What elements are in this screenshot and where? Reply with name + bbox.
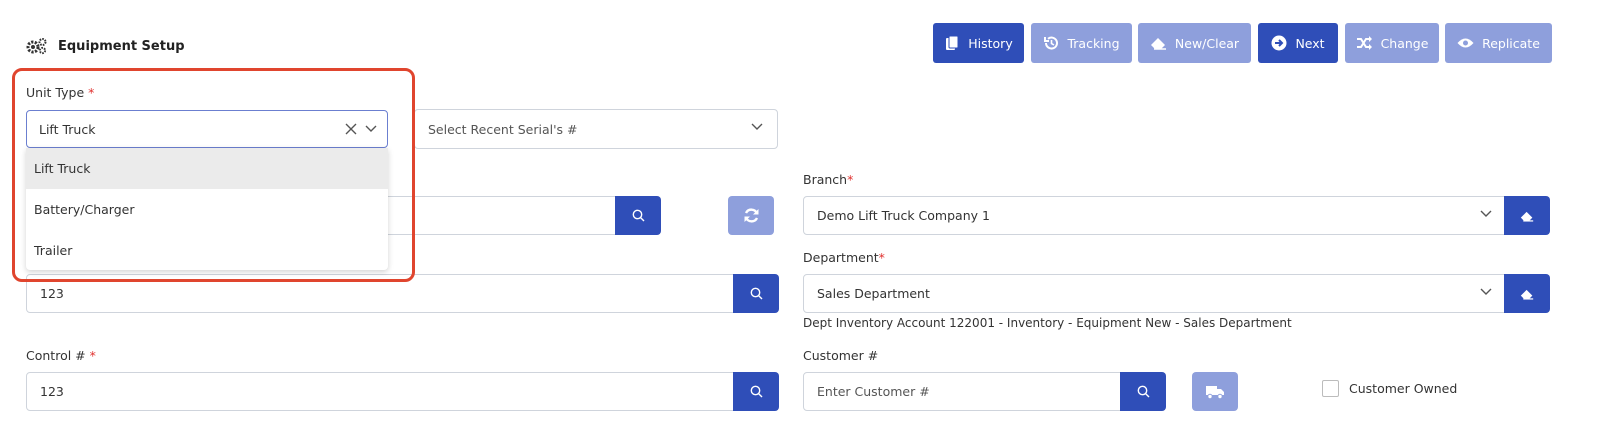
new-clear-button[interactable]: New/Clear	[1138, 23, 1251, 63]
serial-search-button[interactable]	[615, 196, 661, 235]
unit-type-value: Lift Truck	[39, 121, 96, 137]
replicate-button[interactable]: Replicate	[1445, 23, 1552, 63]
truck-icon	[1206, 386, 1224, 399]
change-button[interactable]: Change	[1345, 23, 1439, 63]
tracking-button[interactable]: Tracking	[1031, 23, 1132, 63]
recent-serial-select[interactable]: Select Recent Serial's #	[414, 109, 778, 149]
history-button[interactable]: History	[933, 23, 1024, 63]
clear-x-icon[interactable]	[345, 123, 357, 135]
eye-icon	[1457, 38, 1474, 48]
department-label: Department*	[803, 250, 885, 265]
control-search-button[interactable]	[733, 372, 779, 411]
stock-search-button[interactable]	[733, 274, 779, 313]
next-button[interactable]: Next	[1258, 23, 1338, 63]
new-clear-label: New/Clear	[1174, 35, 1240, 51]
customer-owned-checkbox[interactable]	[1322, 380, 1339, 397]
department-select[interactable]: Sales Department	[803, 274, 1507, 313]
search-icon	[632, 209, 644, 222]
change-label: Change	[1380, 35, 1429, 51]
department-account-note: Dept Inventory Account 122001 - Inventor…	[803, 316, 1292, 330]
branch-clear-button[interactable]	[1504, 196, 1550, 235]
unit-type-option[interactable]: Battery/Charger	[26, 189, 388, 230]
chevron-down-icon	[751, 123, 763, 130]
shuffle-icon	[1356, 36, 1372, 50]
chevron-down-icon[interactable]	[365, 125, 377, 133]
history-icon	[946, 35, 959, 50]
branch-label: Branch*	[803, 172, 854, 187]
customer-truck-button[interactable]	[1192, 372, 1238, 411]
department-clear-button[interactable]	[1504, 274, 1550, 313]
stock-number-input[interactable]: 123	[26, 274, 734, 313]
eraser-icon	[1520, 289, 1534, 300]
control-number-input[interactable]: 123	[26, 372, 734, 411]
recent-serial-placeholder: Select Recent Serial's #	[428, 121, 578, 137]
refresh-button[interactable]	[728, 196, 774, 235]
eraser-icon	[1150, 38, 1166, 50]
page-title: Equipment Setup	[58, 38, 185, 54]
customer-owned-label: Customer Owned	[1349, 381, 1458, 396]
branch-select[interactable]: Demo Lift Truck Company 1	[803, 196, 1507, 235]
search-icon	[1137, 385, 1149, 398]
page-header: Equipment Setup	[26, 36, 185, 56]
customer-label: Customer #	[803, 348, 879, 363]
tracking-icon	[1044, 36, 1059, 50]
unit-type-select[interactable]: Lift Truck	[26, 110, 388, 148]
search-icon	[750, 385, 762, 398]
chevron-down-icon	[1480, 288, 1492, 295]
serial-input[interactable]	[388, 196, 616, 235]
gears-icon	[26, 38, 47, 55]
refresh-icon	[744, 208, 758, 223]
chevron-down-icon	[1480, 210, 1492, 217]
unit-type-label: Unit Type *	[26, 85, 95, 100]
unit-type-options: Lift Truck Battery/Charger Trailer	[26, 148, 388, 270]
customer-search-button[interactable]	[1120, 372, 1166, 411]
replicate-label: Replicate	[1482, 35, 1540, 51]
unit-type-option[interactable]: Trailer	[26, 230, 388, 271]
next-label: Next	[1295, 35, 1325, 51]
tracking-label: Tracking	[1067, 35, 1120, 51]
customer-number-input[interactable]: Enter Customer #	[803, 372, 1121, 411]
search-icon	[750, 287, 762, 300]
control-label: Control # *	[26, 348, 96, 363]
arrow-right-icon	[1271, 35, 1287, 51]
unit-type-option[interactable]: Lift Truck	[26, 148, 388, 189]
eraser-icon	[1520, 211, 1534, 222]
history-label: History	[968, 35, 1013, 51]
